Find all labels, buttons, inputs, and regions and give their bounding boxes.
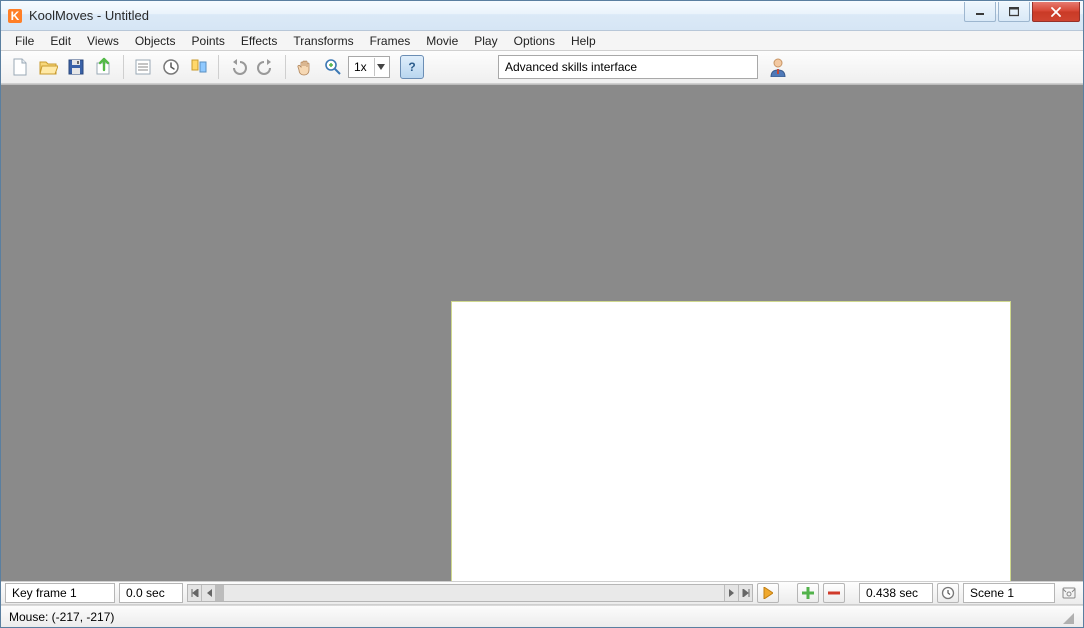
timeline-bar: Key frame 1 0.0 sec 0.438 sec (1, 581, 1083, 605)
app-icon: K (7, 8, 23, 24)
toolbar-separator (285, 55, 286, 79)
mouse-position: Mouse: (-217, -217) (9, 610, 114, 624)
scene-field[interactable]: Scene 1 (963, 583, 1055, 603)
menu-objects[interactable]: Objects (127, 33, 184, 49)
history-button[interactable] (158, 54, 184, 80)
export-button[interactable] (91, 54, 117, 80)
toolbar: 1x ? Advanced skills interface (1, 51, 1083, 84)
dropdown-arrow-icon (374, 58, 387, 76)
duration-label: 0.438 sec (866, 586, 918, 600)
interface-mode-value: Advanced skills interface (505, 60, 637, 74)
titlebar: K KoolMoves - Untitled (1, 1, 1083, 31)
layers-button[interactable] (186, 54, 212, 80)
user-icon[interactable] (766, 55, 790, 79)
window-buttons (964, 1, 1083, 30)
window-title: KoolMoves - Untitled (29, 8, 964, 23)
svg-text:K: K (11, 9, 20, 23)
play-button[interactable] (757, 583, 779, 603)
stage[interactable] (451, 301, 1011, 581)
maximize-button[interactable] (998, 2, 1030, 22)
toolbar-separator (123, 55, 124, 79)
resize-grip-icon[interactable] (1059, 609, 1075, 625)
toolbar-separator (218, 55, 219, 79)
redo-button[interactable] (253, 54, 279, 80)
menu-frames[interactable]: Frames (362, 33, 419, 49)
remove-frame-button[interactable] (823, 583, 845, 603)
timeline-scrollbar[interactable] (187, 584, 753, 602)
menu-points[interactable]: Points (184, 33, 233, 49)
duration-field[interactable]: 0.438 sec (859, 583, 933, 603)
undo-button[interactable] (225, 54, 251, 80)
time-label: 0.0 sec (126, 586, 165, 600)
properties-button[interactable] (130, 54, 156, 80)
status-bar: Mouse: (-217, -217) (1, 605, 1083, 627)
timing-button[interactable] (937, 583, 959, 603)
zoom-value: 1x (354, 60, 374, 74)
menu-file[interactable]: File (7, 33, 42, 49)
menu-views[interactable]: Views (79, 33, 127, 49)
help-button[interactable]: ? (400, 55, 424, 79)
hand-tool-button[interactable] (292, 54, 318, 80)
zoom-tool-button[interactable] (320, 54, 346, 80)
menu-bar: File Edit Views Objects Points Effects T… (1, 31, 1083, 51)
menu-transforms[interactable]: Transforms (285, 33, 361, 49)
minimize-button[interactable] (964, 2, 996, 22)
save-button[interactable] (63, 54, 89, 80)
menu-edit[interactable]: Edit (42, 33, 79, 49)
time-field[interactable]: 0.0 sec (119, 583, 183, 603)
open-file-button[interactable] (35, 54, 61, 80)
timeline-first-icon[interactable] (188, 585, 202, 601)
timeline-track[interactable] (216, 585, 724, 601)
menu-movie[interactable]: Movie (418, 33, 466, 49)
timeline-last-icon[interactable] (738, 585, 752, 601)
timeline-prev-icon[interactable] (202, 585, 216, 601)
help-label: ? (408, 60, 415, 74)
zoom-level-select[interactable]: 1x (348, 56, 390, 78)
menu-help[interactable]: Help (563, 33, 604, 49)
close-button[interactable] (1032, 2, 1080, 22)
interface-mode-field[interactable]: Advanced skills interface (498, 55, 758, 79)
menu-play[interactable]: Play (466, 33, 505, 49)
add-frame-button[interactable] (797, 583, 819, 603)
app-window: K KoolMoves - Untitled File Edit Views O… (0, 0, 1084, 628)
canvas-area[interactable] (1, 84, 1083, 581)
timeline-next-icon[interactable] (724, 585, 738, 601)
menu-options[interactable]: Options (506, 33, 563, 49)
scene-manager-button[interactable] (1059, 583, 1079, 603)
keyframe-label: Key frame 1 (12, 586, 77, 600)
timeline-handle[interactable] (216, 585, 224, 601)
scene-label: Scene 1 (970, 586, 1014, 600)
new-file-button[interactable] (7, 54, 33, 80)
keyframe-field[interactable]: Key frame 1 (5, 583, 115, 603)
menu-effects[interactable]: Effects (233, 33, 285, 49)
